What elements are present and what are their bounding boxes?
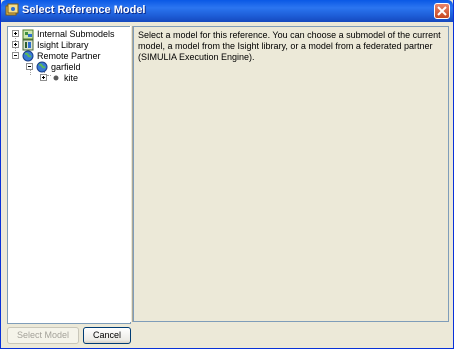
description-text: Select a model for this reference. You c… bbox=[138, 30, 441, 62]
description-panel: Select a model for this reference. You c… bbox=[133, 26, 449, 322]
close-button[interactable] bbox=[434, 3, 450, 19]
select-model-button[interactable]: Select Model bbox=[7, 327, 79, 344]
title-bar[interactable]: Select Reference Model bbox=[1, 0, 453, 22]
expand-icon[interactable] bbox=[40, 74, 47, 81]
tree-item-label: Remote Partner bbox=[37, 51, 101, 61]
tree-item-label: kite bbox=[64, 73, 79, 83]
collapse-icon[interactable] bbox=[26, 63, 33, 70]
collapse-icon[interactable] bbox=[12, 52, 19, 59]
tree-item-label: garfield bbox=[51, 62, 81, 72]
tree-item-kite[interactable]: kite bbox=[8, 72, 128, 84]
model-tree[interactable]: Internal Submodels Isight Library Remote… bbox=[7, 26, 131, 324]
expand-icon[interactable] bbox=[12, 41, 19, 48]
expand-icon[interactable] bbox=[12, 30, 19, 37]
dialog-window: Select Reference Model Internal Submodel… bbox=[0, 0, 454, 349]
window-title: Select Reference Model bbox=[22, 4, 146, 16]
tree-item-label: Internal Submodels bbox=[37, 29, 115, 39]
close-icon bbox=[437, 6, 447, 16]
app-icon bbox=[5, 3, 19, 16]
cancel-button[interactable]: Cancel bbox=[83, 327, 131, 344]
tree-item-label: Isight Library bbox=[37, 40, 89, 50]
dot-icon bbox=[53, 75, 59, 81]
